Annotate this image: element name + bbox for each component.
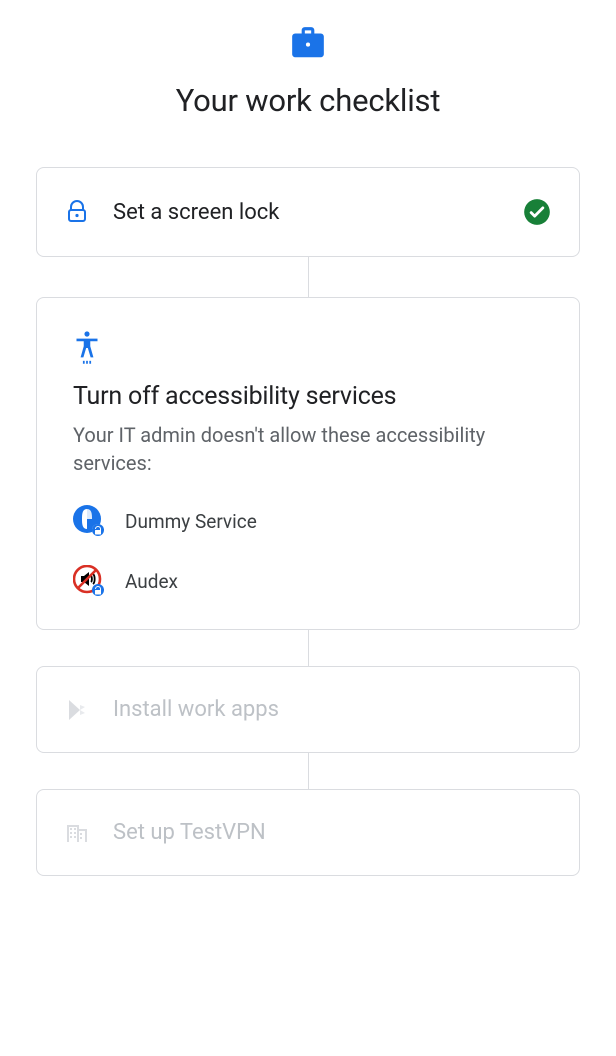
service-row: Audex xyxy=(73,565,543,597)
connector-line xyxy=(308,630,309,666)
accessibility-icon xyxy=(73,330,101,358)
building-icon xyxy=(65,821,89,845)
service-name: Dummy Service xyxy=(125,510,257,533)
checklist-item-accessibility[interactable]: Turn off accessibility services Your IT … xyxy=(36,297,580,630)
dummy-service-icon xyxy=(73,505,105,537)
service-name: Audex xyxy=(125,570,178,593)
check-circle-icon xyxy=(523,198,551,226)
service-row: Dummy Service xyxy=(73,505,543,537)
checklist-item-screen-lock[interactable]: Set a screen lock xyxy=(36,167,580,257)
page-title: Your work checklist xyxy=(36,82,580,119)
checklist-item-install-apps: Install work apps xyxy=(36,666,580,753)
checklist-item-label: Set a screen lock xyxy=(113,200,523,225)
checklist-item-subtitle: Your IT admin doesn't allow these access… xyxy=(73,421,543,477)
header: Your work checklist xyxy=(36,0,580,119)
checklist-item-label: Install work apps xyxy=(113,697,551,722)
checklist-item-setup-vpn: Set up TestVPN xyxy=(36,789,580,876)
lock-icon xyxy=(65,200,89,224)
checklist-item-title: Turn off accessibility services xyxy=(73,382,543,411)
play-store-icon xyxy=(65,698,89,722)
connector-line xyxy=(308,257,309,297)
connector-line xyxy=(308,753,309,789)
briefcase-icon xyxy=(287,24,329,66)
checklist-item-label: Set up TestVPN xyxy=(113,820,551,845)
audex-icon xyxy=(73,565,105,597)
